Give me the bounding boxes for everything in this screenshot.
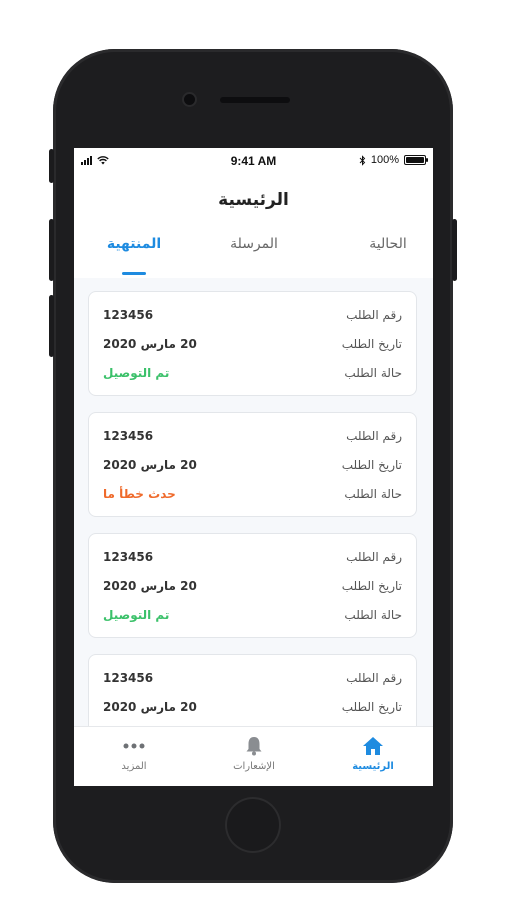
- bottom-tab-bar: الرئيسية الإشعارات المزيد: [74, 726, 433, 786]
- bell-icon: [246, 737, 262, 756]
- order-date-label: تاريخ الطلب: [341, 458, 402, 472]
- tabbar-home-label: الرئيسية: [352, 761, 394, 772]
- tab-sent[interactable]: المرسلة: [209, 236, 299, 252]
- more-dots-icon: [123, 743, 145, 749]
- order-date-row: تاريخ الطلب 20 مارس 2020: [89, 337, 416, 357]
- order-number-label: رقم الطلب: [346, 671, 402, 685]
- tabbar-more[interactable]: المزيد: [94, 735, 174, 772]
- order-number-row: رقم الطلب 123456: [89, 671, 416, 691]
- order-date-value: 20 مارس 2020: [103, 700, 197, 714]
- order-number-row: رقم الطلب 123456: [89, 550, 416, 570]
- active-tab-indicator: [122, 272, 146, 275]
- battery-icon: [404, 155, 428, 165]
- app-screen: 9:41 AM 100% الرئيسية الحالية المرسلة ال…: [74, 148, 433, 786]
- power-button: [452, 219, 457, 281]
- order-status-row: حالة الطلب تم التوصيل: [89, 366, 416, 386]
- home-button[interactable]: [225, 797, 281, 853]
- order-number-value: 123456: [103, 671, 154, 685]
- order-date-value: 20 مارس 2020: [103, 337, 197, 351]
- order-date-row: تاريخ الطلب 20 مارس 2020: [89, 458, 416, 478]
- page-title: الرئيسية: [218, 190, 289, 210]
- order-status-value: تم التوصيل: [103, 608, 170, 622]
- order-date-label: تاريخ الطلب: [341, 579, 402, 593]
- volume-up-button: [49, 219, 54, 281]
- order-date-value: 20 مارس 2020: [103, 458, 197, 472]
- order-number-value: 123456: [103, 550, 154, 564]
- order-date-label: تاريخ الطلب: [341, 700, 402, 714]
- order-status-label: حالة الطلب: [344, 608, 402, 622]
- order-card[interactable]: رقم الطلب 123456 تاريخ الطلب 20 مارس 202…: [88, 533, 417, 638]
- volume-down-button: [49, 295, 54, 357]
- tabbar-notifications[interactable]: الإشعارات: [214, 735, 294, 772]
- tabbar-home[interactable]: الرئيسية: [333, 735, 413, 772]
- front-camera: [184, 94, 195, 105]
- app-header: الرئيسية الحالية المرسلة المنتهية: [74, 174, 433, 278]
- order-number-row: رقم الطلب 123456: [89, 308, 416, 328]
- phone-frame: 9:41 AM 100% الرئيسية الحالية المرسلة ال…: [49, 49, 457, 883]
- order-date-label: تاريخ الطلب: [341, 337, 402, 351]
- tab-current[interactable]: الحالية: [343, 236, 433, 252]
- tab-bar-top: الحالية المرسلة المنتهية: [74, 236, 433, 266]
- tabbar-notifications-label: الإشعارات: [233, 761, 275, 772]
- order-number-label: رقم الطلب: [346, 429, 402, 443]
- order-status-row: حالة الطلب حدث خطأ ما: [89, 487, 416, 507]
- order-status-value: تم التوصيل: [103, 366, 170, 380]
- order-number-value: 123456: [103, 308, 154, 322]
- order-card[interactable]: رقم الطلب 123456 تاريخ الطلب 20 مارس 202…: [88, 654, 417, 726]
- home-icon: [363, 737, 383, 755]
- orders-list[interactable]: رقم الطلب 123456 تاريخ الطلب 20 مارس 202…: [74, 278, 433, 726]
- tabbar-more-label: المزيد: [121, 761, 147, 772]
- mute-switch: [49, 149, 54, 183]
- order-date-value: 20 مارس 2020: [103, 579, 197, 593]
- order-date-row: تاريخ الطلب 20 مارس 2020: [89, 579, 416, 599]
- earpiece-speaker: [220, 97, 290, 103]
- battery-percent: 100%: [370, 154, 399, 166]
- order-number-label: رقم الطلب: [346, 308, 402, 322]
- order-number-value: 123456: [103, 429, 154, 443]
- order-number-row: رقم الطلب 123456: [89, 429, 416, 449]
- order-status-value: حدث خطأ ما: [103, 487, 176, 501]
- order-card[interactable]: رقم الطلب 123456 تاريخ الطلب 20 مارس 202…: [88, 291, 417, 396]
- tab-finished[interactable]: المنتهية: [89, 236, 179, 252]
- order-status-label: حالة الطلب: [344, 366, 402, 380]
- order-status-row: حالة الطلب تم التوصيل: [89, 608, 416, 628]
- order-number-label: رقم الطلب: [346, 550, 402, 564]
- order-date-row: تاريخ الطلب 20 مارس 2020: [89, 700, 416, 720]
- order-status-label: حالة الطلب: [344, 487, 402, 501]
- order-card[interactable]: رقم الطلب 123456 تاريخ الطلب 20 مارس 202…: [88, 412, 417, 517]
- status-bar: 9:41 AM 100%: [74, 148, 433, 174]
- bluetooth-icon: [359, 154, 366, 166]
